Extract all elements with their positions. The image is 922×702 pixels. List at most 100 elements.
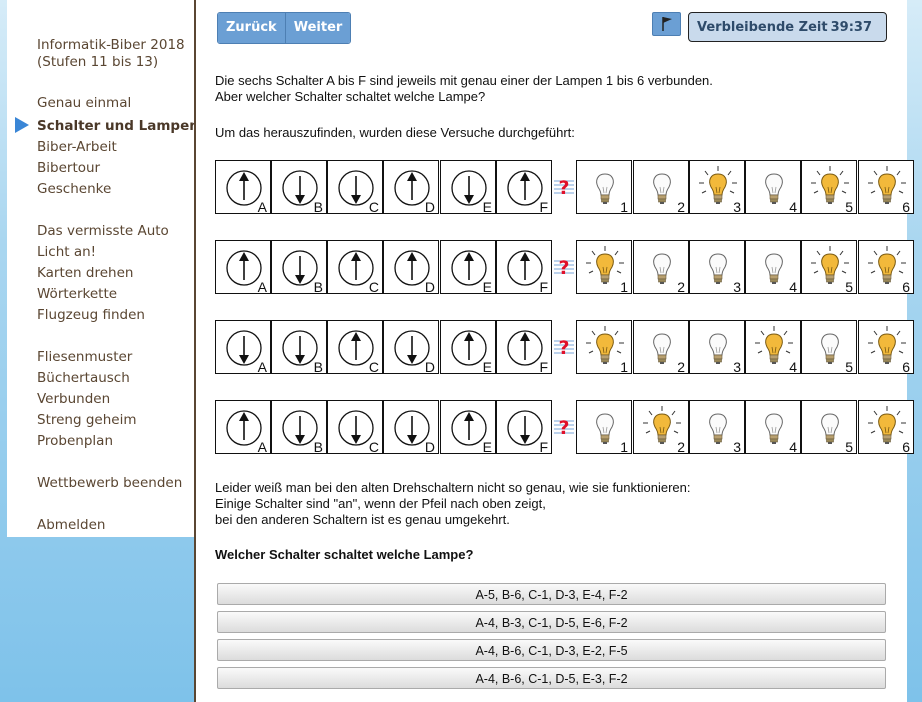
switch-letter: B [313,199,323,215]
switch-c-down: C [327,400,383,455]
switch-letter: A [257,199,267,215]
next-button[interactable]: Weiter [284,13,351,43]
lamp-number: 3 [733,279,741,295]
remaining-time-label: Verbleibende Zeit [697,20,828,35]
answer-option-2[interactable]: A-4, B-3, C-1, D-5, E-6, F-2 [217,611,886,633]
svg-text:?: ? [558,337,569,359]
note-line-1: Leider weiß man bei den alten Drehschalt… [215,480,691,495]
switch-letter: B [313,439,323,455]
nav-buttons: Zurück Weiter [217,12,352,44]
experiment-row: A B C D E F? 1 2 3 4 5 6 [0,400,922,456]
switch-d-up: D [383,160,439,215]
lamp-number: 6 [902,199,910,215]
switch-letter: E [482,199,492,215]
switch-e-up: E [440,240,496,295]
lamp-5-off: 5 [801,320,857,375]
lamp-2-off: 2 [633,240,689,295]
lamp-number: 4 [789,279,797,295]
answer-option-3[interactable]: A-4, B-6, C-1, D-3, E-2, F-5 [217,639,886,661]
flag-icon [662,17,672,31]
lamp-number: 6 [902,279,910,295]
lamp-number: 3 [733,439,741,455]
switch-letter: D [424,439,435,455]
lamp-2-on: 2 [633,400,689,455]
lamp-6-on: 6 [858,160,914,215]
switch-letter: C [368,199,379,215]
svg-text:?: ? [558,257,569,279]
switch-letter: F [539,279,548,295]
question-mark-icon: ? [553,333,575,365]
remaining-time-value: 39:37 [830,20,872,35]
switch-a-up: A [215,160,271,215]
lamp-5-off: 5 [801,400,857,455]
lamp-number: 2 [677,359,685,375]
switch-letter: A [257,439,267,455]
lamp-2-off: 2 [633,160,689,215]
intro-line-2: Aber welcher Schalter schaltet welche La… [215,89,486,104]
lamp-4-off: 4 [745,240,801,295]
experiments-intro: Um das herauszufinden, wurden diese Vers… [215,125,575,140]
switch-f-down: F [496,400,552,455]
sidebar-item-das-vermisste-auto[interactable]: Das vermisste Auto [37,223,169,239]
lamp-5-on: 5 [801,160,857,215]
switch-e-up: E [440,400,496,455]
intro-line-1: Die sechs Schalter A bis F sind jeweils … [215,73,713,88]
back-button[interactable]: Zurück [218,13,285,43]
switch-letter: D [424,359,435,375]
switch-letter: B [313,359,323,375]
switch-letter: A [257,359,267,375]
lamp-5-on: 5 [801,240,857,295]
lamp-4-off: 4 [745,160,801,215]
lamp-number: 1 [620,199,628,215]
sidebar-item-schalter-und-lampen[interactable]: Schalter und Lampen [37,118,199,134]
flag-button[interactable] [652,12,681,36]
sidebar-item-wettbewerb-beenden[interactable]: Wettbewerb beenden [37,475,182,491]
lamp-number: 6 [902,359,910,375]
lamp-number: 3 [733,359,741,375]
question-mark-icon: ? [553,413,575,445]
switch-a-up: A [215,400,271,455]
sidebar-item-abmelden[interactable]: Abmelden [37,517,105,533]
experiment-row: A B C D E F? 1 2 3 4 5 6 [0,320,922,376]
switch-f-up: F [496,240,552,295]
lamp-number: 4 [789,439,797,455]
switch-f-up: F [496,160,552,215]
lamp-1-off: 1 [576,400,632,455]
switch-f-up: F [496,320,552,375]
remaining-time: Verbleibende Zeit 39:37 [688,12,887,42]
lamp-3-on: 3 [689,160,745,215]
switch-b-down: B [271,320,327,375]
switch-letter: D [424,199,435,215]
lamp-number: 2 [677,439,685,455]
lamp-number: 4 [789,359,797,375]
lamp-number: 5 [845,439,853,455]
switch-letter: E [482,439,492,455]
svg-text:?: ? [558,177,569,199]
switch-letter: F [539,439,548,455]
switch-b-down: B [271,160,327,215]
switch-c-up: C [327,240,383,295]
lamp-number: 3 [733,199,741,215]
lamp-6-on: 6 [858,240,914,295]
switch-b-down: B [271,400,327,455]
question: Welcher Schalter schaltet welche Lampe? [215,547,474,562]
answer-option-4[interactable]: A-4, B-6, C-1, D-5, E-3, F-2 [217,667,886,689]
switch-a-up: A [215,240,271,295]
lamp-1-off: 1 [576,160,632,215]
experiment-row: A B C D E F? 1 2 3 4 5 6 [0,160,922,216]
lamp-number: 6 [902,439,910,455]
lamp-1-on: 1 [576,320,632,375]
lamp-4-on: 4 [745,320,801,375]
lamp-number: 5 [845,279,853,295]
question-mark-icon: ? [553,173,575,205]
switch-letter: C [368,279,379,295]
lamp-number: 1 [620,439,628,455]
switch-letter: C [368,359,379,375]
sidebar-item-genau-einmal[interactable]: Genau einmal [37,95,131,111]
sidebar-item-biber-arbeit[interactable]: Biber-Arbeit [37,139,117,155]
switch-e-down: E [440,160,496,215]
contest-title-line2: (Stufen 11 bis 13) [37,54,159,70]
switch-d-up: D [383,240,439,295]
answer-option-1[interactable]: A-5, B-6, C-1, D-3, E-4, F-2 [217,583,886,605]
switch-a-down: A [215,320,271,375]
